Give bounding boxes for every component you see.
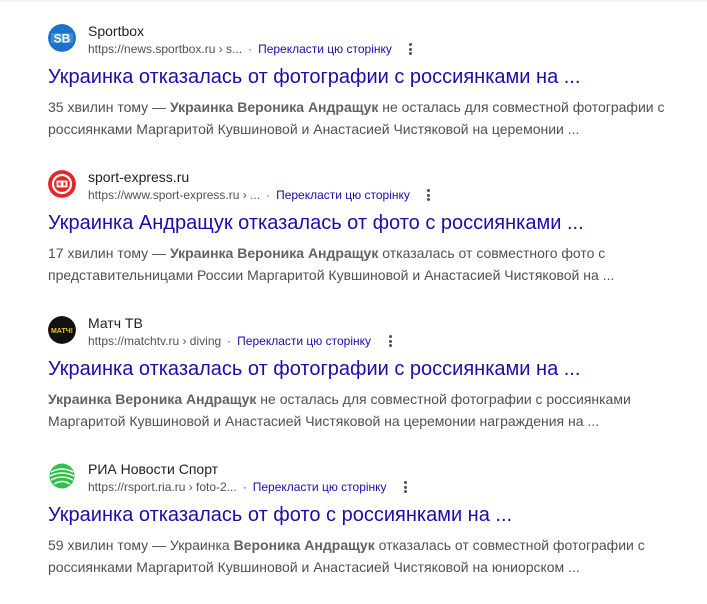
snippet-line: 17 хвилин тому — Украинка Вероника Андра… (48, 242, 648, 264)
snippet-text: отказалась от совместной фотографии с (374, 537, 645, 553)
result-snippet: 35 хвилин тому — Украинка Вероника Андра… (48, 96, 664, 140)
snippet-line: представительницами России Маргаритой Ку… (48, 264, 648, 286)
snippet-text: не осталась для совместной фотографии с (378, 99, 665, 115)
url-separator: · (227, 334, 232, 348)
url-separator: · (248, 42, 253, 56)
match-tv-logo-icon: МАТЧ! (48, 316, 76, 344)
top-divider (0, 0, 707, 3)
translate-page-link[interactable]: Перекласти цю сторінку (253, 479, 387, 495)
snippet-line: Украинка Вероника Андращук не осталась д… (48, 388, 648, 410)
site-name: РИА Новости Спорт (88, 461, 219, 477)
url-separator: · (242, 480, 247, 494)
search-result: МАТЧ! Матч ТВ https://matchtv.ru › divin… (48, 312, 698, 458)
result-source[interactable]: РИА Новости Спорт https://rsport.ria.ru … (48, 458, 698, 496)
snippet-line: россиянками Маргаритой Кувшиновой и Анас… (48, 118, 648, 140)
sportbox-logo-text: SB (54, 32, 71, 46)
result-snippet: 17 хвилин тому — Украинка Вероника Андра… (48, 242, 648, 286)
snippet-text: Маргаритой Кувшиновой и Анастасией Чистя… (48, 413, 600, 429)
search-results-list: SB Sportbox https://news.sportbox.ru › s… (48, 20, 698, 604)
result-snippet: Украинка Вероника Андращук не осталась д… (48, 388, 648, 432)
ria-novosti-sport-logo-icon (48, 462, 76, 490)
result-source[interactable]: SB Sportbox https://news.sportbox.ru › s… (48, 20, 698, 58)
result-source[interactable]: МАТЧ! Матч ТВ https://matchtv.ru › divin… (48, 312, 698, 350)
result-url: https://rsport.ria.ru › foto-2... (88, 480, 237, 494)
more-options-icon[interactable] (406, 41, 416, 57)
snippet-text: 59 хвилин тому — Украинка (48, 537, 234, 553)
search-result: РИА Новости Спорт https://rsport.ria.ru … (48, 458, 698, 604)
more-options-icon[interactable] (401, 479, 411, 495)
url-line: https://rsport.ria.ru › foto-2... · Пере… (88, 479, 411, 495)
snippet-text: отказалась от совместного фото с (378, 245, 606, 261)
snippet-line: 35 хвилин тому — Украинка Вероника Андра… (48, 96, 664, 118)
snippet-highlight: Украинка Вероника Андращук (169, 99, 379, 115)
more-options-icon[interactable] (385, 333, 395, 349)
result-title-link[interactable]: Украинка отказалась от фото с россиянкам… (48, 502, 698, 528)
snippet-line: Маргаритой Кувшиновой и Анастасией Чистя… (48, 410, 648, 432)
url-line: https://news.sportbox.ru › s... · Перекл… (88, 41, 416, 57)
site-name: Sportbox (88, 23, 145, 39)
match-tv-logo-text: МАТЧ! (51, 328, 73, 335)
result-url: https://www.sport-express.ru › ... (88, 188, 261, 202)
sportbox-logo-icon: SB (48, 24, 76, 52)
url-line: https://matchtv.ru › diving · Перекласти… (88, 333, 395, 349)
snippet-text: россиянками Маргаритой Кувшиновой и Анас… (48, 121, 580, 137)
result-snippet: 59 хвилин тому — Украинка Вероника Андра… (48, 534, 648, 578)
translate-page-link[interactable]: Перекласти цю сторінку (258, 41, 392, 57)
site-name: sport-express.ru (88, 169, 190, 185)
snippet-line: 59 хвилин тому — Украинка Вероника Андра… (48, 534, 648, 556)
snippet-highlight: Вероника Андращук (233, 537, 375, 553)
translate-page-link[interactable]: Перекласти цю сторінку (237, 333, 371, 349)
result-source[interactable]: sport-express.ru https://www.sport-expre… (48, 166, 698, 204)
url-separator: · (266, 188, 271, 202)
site-name: Матч ТВ (88, 315, 143, 331)
result-title-link[interactable]: Украинка отказалась от фотографии с росс… (48, 64, 698, 90)
translate-page-link[interactable]: Перекласти цю сторінку (276, 187, 410, 203)
result-title-link[interactable]: Украинка Андращук отказалась от фото с р… (48, 210, 698, 236)
sport-express-logo-icon (48, 170, 76, 198)
url-line: https://www.sport-express.ru › ... · Пер… (88, 187, 434, 203)
snippet-text: представительницами России Маргаритой Ку… (48, 267, 615, 283)
snippet-line: россиянками Маргаритой Кувшиновой и Анас… (48, 556, 648, 578)
result-url: https://matchtv.ru › diving (88, 334, 222, 348)
search-result: SB Sportbox https://news.sportbox.ru › s… (48, 20, 698, 166)
snippet-text: 17 хвилин тому — (48, 245, 170, 261)
result-title-link[interactable]: Украинка отказалась от фотографии с росс… (48, 356, 698, 382)
result-url: https://news.sportbox.ru › s... (88, 42, 243, 56)
more-options-icon[interactable] (424, 187, 434, 203)
search-result: sport-express.ru https://www.sport-expre… (48, 166, 698, 312)
snippet-highlight: Украинка Вероника Андращук (169, 245, 379, 261)
snippet-text: 35 хвилин тому — (48, 99, 170, 115)
snippet-text: не осталась для совместной фотографии с … (256, 391, 631, 407)
snippet-highlight: Украинка Вероника Андращук (48, 391, 257, 407)
snippet-text: россиянками Маргаритой Кувшиновой и Анас… (48, 559, 580, 575)
